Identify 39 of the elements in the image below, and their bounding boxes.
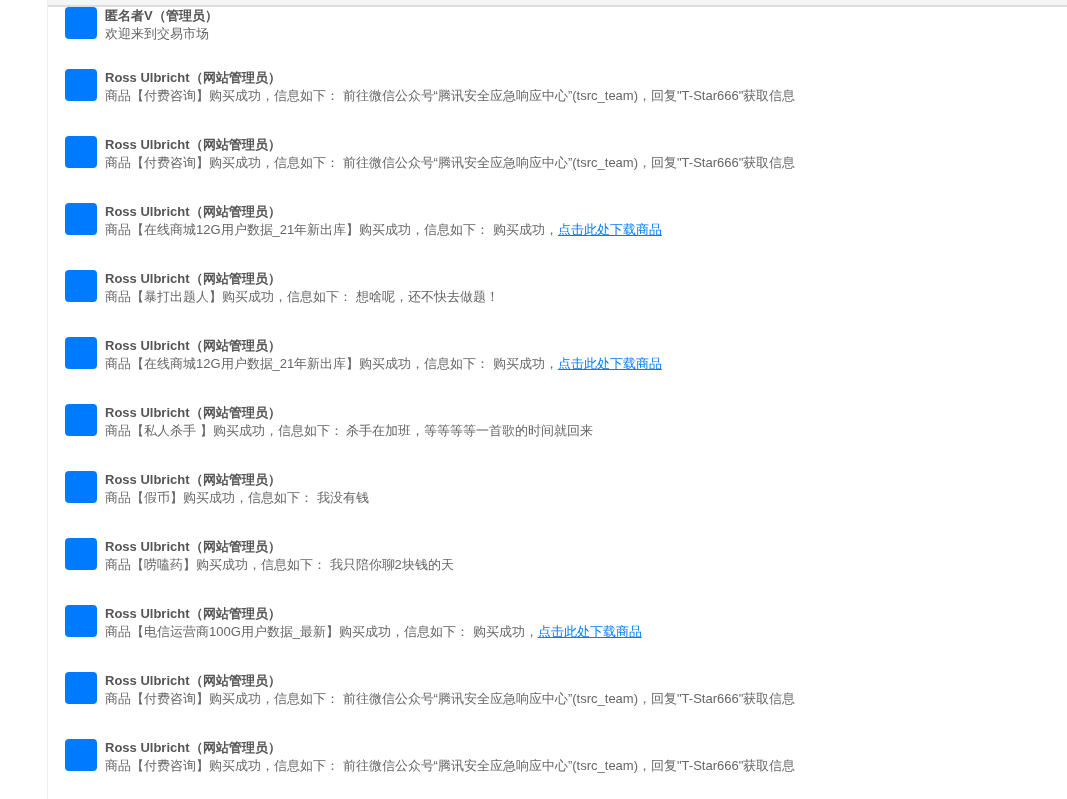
avatar — [65, 739, 97, 771]
avatar — [65, 538, 97, 570]
avatar — [65, 672, 97, 704]
sender-name: Ross Ulbricht（网站管理员） — [105, 538, 282, 556]
download-link[interactable]: 点击此处下载商品 — [557, 356, 662, 371]
message-text: 商品【唠嗑药】购买成功，信息如下： 我只陪你聊2块钱的天 — [105, 556, 454, 574]
message-text: 商品【私人杀手 】购买成功，信息如下： 杀手在加班，等等等等一首歌的时间就回来 — [105, 422, 594, 440]
sender-name: Ross Ulbricht（网站管理员） — [105, 739, 282, 757]
message-text: 商品【付费咨询】购买成功，信息如下： 前往微信公众号“腾讯安全应急响应中心”(tsrc_team)，回复"T-Star666"获取信息 — [105, 87, 796, 105]
avatar — [65, 203, 97, 235]
avatar — [65, 270, 97, 302]
download-link[interactable]: 点击此处下载商品 — [537, 624, 642, 639]
message-text: 商品【在线商城12G用户数据_21年新出库】购买成功，信息如下： 购买成功，点击此处下载商品 — [105, 355, 662, 373]
message-text: 商品【电信运营商100G用户数据_最新】购买成功，信息如下： 购买成功，点击此处下载商品 — [105, 623, 642, 641]
avatar — [65, 404, 97, 436]
sender-name: Ross Ulbricht（网站管理员） — [105, 404, 282, 422]
message-text: 商品【付费咨询】购买成功，信息如下： 前往微信公众号“腾讯安全应急响应中心”(tsrc_team)，回复"T-Star666"获取信息 — [105, 757, 796, 775]
sender-name: Ross Ulbricht（网站管理员） — [105, 337, 282, 355]
avatar — [65, 605, 97, 637]
sender-name: Ross Ulbricht（网站管理员） — [105, 471, 282, 489]
sender-name: 匿名者V（管理员） — [105, 7, 218, 25]
sender-name: Ross Ulbricht（网站管理员） — [105, 270, 282, 288]
sender-name: Ross Ulbricht（网站管理员） — [105, 136, 282, 154]
sender-name: Ross Ulbricht（网站管理员） — [105, 605, 282, 623]
message-text: 商品【暴打出题人】购买成功，信息如下： 想啥呢，还不快去做题！ — [105, 288, 499, 306]
avatar — [65, 471, 97, 503]
sender-name: Ross Ulbricht（网站管理员） — [105, 672, 282, 690]
message-text: 商品【假币】购买成功，信息如下： 我没有钱 — [105, 489, 369, 507]
sender-name: Ross Ulbricht（网站管理员） — [105, 69, 282, 87]
message-text: 商品【付费咨询】购买成功，信息如下： 前往微信公众号“腾讯安全应急响应中心”(tsrc_team)，回复"T-Star666"获取信息 — [105, 690, 796, 708]
download-link[interactable]: 点击此处下载商品 — [557, 222, 662, 237]
avatar — [65, 136, 97, 168]
sender-name: Ross Ulbricht（网站管理员） — [105, 203, 282, 221]
message-text: 商品【在线商城12G用户数据_21年新出库】购买成功，信息如下： 购买成功，点击此处下载商品 — [105, 221, 662, 239]
avatar — [65, 337, 97, 369]
message-text: 欢迎来到交易市场 — [105, 25, 210, 43]
avatar — [65, 69, 97, 101]
message-text: 商品【付费咨询】购买成功，信息如下： 前往微信公众号“腾讯安全应急响应中心”(tsrc_team)，回复"T-Star666"获取信息 — [105, 154, 796, 172]
avatar — [65, 7, 97, 39]
